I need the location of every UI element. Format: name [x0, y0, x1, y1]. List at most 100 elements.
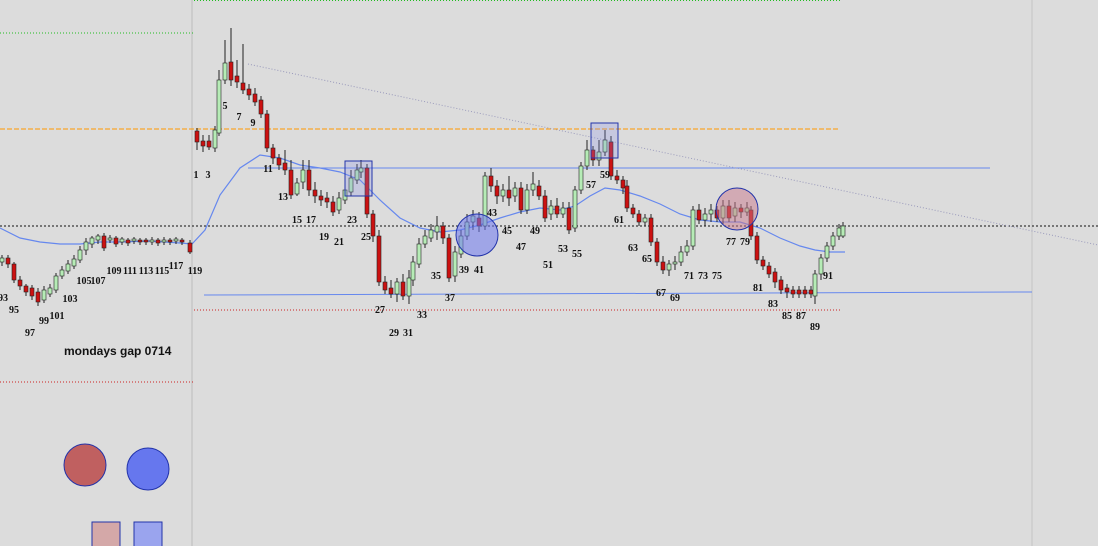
candle-down — [101, 235, 107, 249]
candle-up — [428, 229, 434, 239]
bar-label: 85 — [782, 311, 792, 322]
candle-up — [406, 277, 412, 297]
labels-layer: 93959799 101103105 107109 111 113 115 117 1191 3… — [0, 101, 833, 339]
legend-blue-box — [133, 521, 163, 546]
candle-down — [440, 225, 446, 239]
candle-down — [137, 239, 143, 243]
highlight-box — [344, 160, 373, 197]
candle-down — [494, 185, 500, 197]
candle-up — [161, 239, 167, 243]
candle-down — [17, 279, 23, 287]
candle-down — [240, 82, 246, 91]
candle-up — [53, 275, 59, 291]
candle-up — [149, 239, 155, 243]
candle-down — [35, 291, 41, 303]
candle-up — [89, 237, 95, 245]
candles-layer — [0, 28, 846, 306]
bar-label: 9 — [251, 118, 256, 129]
bar-label: 69 — [670, 293, 680, 304]
candle-up — [83, 241, 89, 251]
bar-label: 35 — [431, 271, 441, 282]
bar-label: 77 — [726, 237, 736, 248]
candle-up — [434, 225, 440, 233]
bar-label: 45 — [502, 226, 512, 237]
candle-down — [400, 281, 406, 297]
candle-up — [830, 235, 836, 247]
bar-label: 119 — [188, 266, 202, 277]
annotation-text: mondays gap 0714 — [64, 344, 172, 358]
candle-down — [778, 279, 784, 291]
bar-label: 111 — [123, 266, 137, 277]
candle-up — [119, 238, 125, 243]
candle-down — [624, 185, 630, 209]
candle-down — [155, 239, 161, 244]
bar-label: 91 — [823, 271, 833, 282]
candle-down — [766, 265, 772, 275]
candle-down — [614, 175, 620, 181]
bar-label: 33 — [417, 310, 427, 321]
candle-down — [518, 187, 524, 211]
candle-up — [173, 238, 179, 242]
candle-down — [488, 175, 494, 187]
candle-up — [572, 189, 578, 229]
candle-up — [212, 129, 218, 149]
candle-down — [288, 169, 294, 196]
candle-down — [382, 281, 388, 291]
bar-label: 43 — [487, 208, 497, 219]
candle-up — [222, 62, 228, 81]
bar-label: 95 — [9, 305, 19, 316]
candle-down — [206, 140, 212, 148]
candle-up — [560, 207, 566, 215]
bar-label: 99 — [39, 316, 49, 327]
candle-down — [234, 75, 240, 83]
candle-down — [754, 235, 760, 261]
candle-up — [41, 289, 47, 301]
candle-up — [294, 182, 300, 195]
candle-down — [324, 197, 330, 203]
candle-down — [167, 239, 173, 243]
bar-label: 47 — [516, 242, 526, 253]
candle-down — [808, 289, 814, 295]
candle-up — [0, 257, 5, 263]
bar-label: 13 — [278, 192, 288, 203]
bar-label: 41 — [474, 265, 484, 276]
candle-down — [312, 189, 318, 197]
bar-label: 27 — [375, 305, 385, 316]
candle-up — [512, 187, 518, 197]
bar-label: 117 — [169, 261, 183, 272]
candle-up — [336, 197, 342, 211]
candle-down — [306, 169, 312, 191]
candle-down — [696, 209, 702, 221]
bar-label: 53 — [558, 244, 568, 255]
candle-up — [678, 251, 684, 263]
bar-label: 65 — [642, 254, 652, 265]
candle-up — [530, 183, 536, 191]
bar-label: 67 — [656, 288, 666, 299]
candle-down — [620, 179, 626, 189]
candle-up — [47, 287, 53, 295]
bar-label: 7 — [237, 112, 242, 123]
bar-label: 97 — [25, 328, 35, 339]
candle-down — [29, 287, 35, 297]
candle-up — [824, 245, 830, 259]
candle-up — [107, 237, 113, 241]
candle-down — [654, 241, 660, 263]
candle-down — [790, 289, 796, 295]
candle-down — [636, 213, 642, 223]
candle-up — [684, 245, 690, 253]
candle-up — [836, 227, 842, 237]
candle-up — [578, 165, 584, 191]
bar-label: 31 — [403, 328, 413, 339]
bar-label: 37 — [445, 293, 455, 304]
candle-down — [125, 239, 131, 244]
bar-label: 75 — [712, 271, 722, 282]
candle-down — [660, 261, 666, 271]
legend-pink-box — [91, 521, 121, 546]
candle-down — [772, 271, 778, 283]
chart-root: 93 95 97 99 101 103 105 107 109 111 113 115 117 119 1 3… — [0, 0, 1098, 546]
bar-label: 23 — [347, 215, 357, 226]
candle-up — [422, 235, 428, 245]
bar-label: 71 — [684, 271, 694, 282]
candle-down — [330, 201, 336, 213]
candle-down — [258, 99, 264, 115]
